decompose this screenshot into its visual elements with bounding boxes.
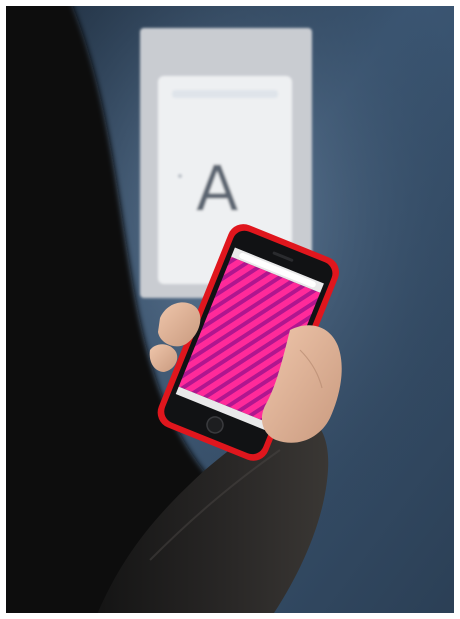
photo-edge-right: [454, 0, 460, 619]
photo-edge-top: [0, 0, 460, 6]
photo-svg: A: [0, 0, 460, 619]
photo-scene: A: [0, 0, 460, 619]
wall-display-letter: A: [196, 152, 238, 225]
wall-display-dot: [178, 174, 182, 178]
photo-edge-bottom: [0, 613, 460, 619]
photo-edge-left: [0, 0, 6, 619]
wall-display-topbar: [172, 90, 278, 98]
